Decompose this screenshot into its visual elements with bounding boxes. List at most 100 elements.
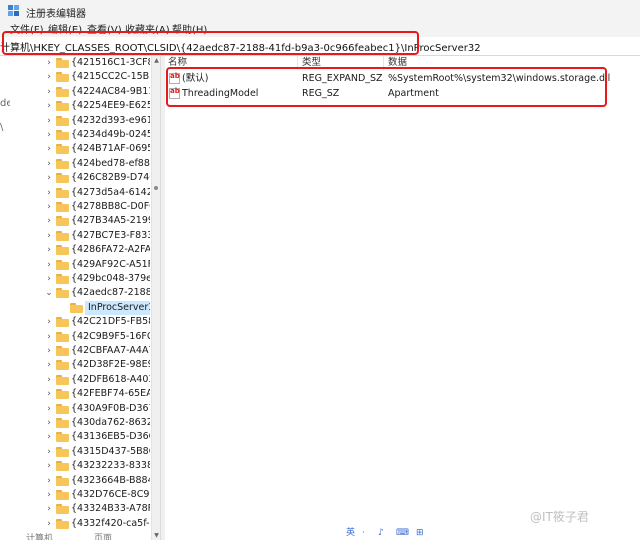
title-bar: 注册表编辑器 (0, 0, 640, 24)
keyboard-icon[interactable]: ⌨ (396, 527, 409, 540)
clipped-text: \ (0, 122, 4, 133)
key-tree[interactable]: › {421516C1-3CF8-1 › {4215CC2C-15B5-4 › {4224… (10, 56, 150, 540)
chevron-right-icon[interactable]: › (44, 358, 54, 372)
tree-item[interactable]: › {429bc048-379e-4 (10, 272, 150, 286)
folder-icon (56, 490, 69, 500)
chevron-right-icon[interactable]: › (44, 402, 54, 416)
chevron-right-icon[interactable]: › (44, 114, 54, 128)
tree-item[interactable]: › {42C21DF5-FB58-4 (10, 315, 150, 329)
tree-item[interactable]: › {4215CC2C-15B5-4 (10, 70, 150, 84)
tree-item-label: {4215CC2C-15B5-4 (71, 71, 150, 83)
folder-icon (56, 331, 69, 342)
address-highlight-box (2, 31, 419, 55)
folder-icon (56, 115, 69, 126)
tree-item[interactable]: › {43324B33-A78F-4 (10, 502, 150, 516)
tree-item[interactable]: › {42FEBF74-65EA-4 (10, 387, 150, 401)
tree-item[interactable]: › {43136EB5-D36C-1 (10, 430, 150, 444)
tree-item[interactable]: › {4315D437-5B8C-1 (10, 445, 150, 459)
chevron-right-icon[interactable]: › (44, 488, 54, 502)
tree-item[interactable]: › {430A9F0B-D367-4 (10, 402, 150, 416)
tree-item[interactable]: › {426C82B9-D74C-4 (10, 171, 150, 185)
tree-item[interactable]: › {432D76CE-8C9E-4 (10, 488, 150, 502)
chevron-right-icon[interactable]: › (44, 502, 54, 516)
folder-icon (56, 403, 69, 414)
tree-item[interactable]: › {4232d393-e961-4 (10, 114, 150, 128)
folder-icon (56, 374, 69, 385)
tree-item[interactable]: › {4224AC84-9B11-3 (10, 85, 150, 99)
chevron-right-icon[interactable]: › (44, 416, 54, 430)
tree-item-label: {42C21DF5-FB58-4 (71, 316, 150, 328)
tree-item[interactable]: › {4273d5a4-6142-4 (10, 186, 150, 200)
folder-icon (56, 58, 69, 68)
tree-item[interactable]: › {421516C1-3CF8-1 (10, 56, 150, 70)
microphone-icon[interactable]: ♪ (378, 527, 384, 540)
grid-icon[interactable]: ⊞ (416, 527, 424, 540)
folder-icon (56, 130, 69, 140)
chevron-right-icon[interactable]: › (44, 70, 54, 84)
tree-item-label: {4323664B-B884-4 (71, 474, 150, 486)
chevron-right-icon[interactable]: › (44, 229, 54, 243)
chevron-right-icon[interactable]: › (44, 157, 54, 171)
folder-icon (56, 158, 69, 169)
chevron-right-icon[interactable]: › (44, 171, 54, 185)
tree-item[interactable]: › {429AF92C-A51F-1 (10, 258, 150, 272)
tree-item-label: {43324B33-A78F-4 (71, 503, 150, 515)
folder-icon (56, 389, 69, 400)
chevron-right-icon[interactable]: › (44, 243, 54, 257)
tree-item[interactable]: ⌄ {42aedc87-2188-4 (10, 286, 150, 300)
window-title: 注册表编辑器 (26, 9, 86, 20)
tree-item[interactable]: › {427BC7E3-F833-4 (10, 229, 150, 243)
chevron-right-icon[interactable]: › (44, 214, 54, 228)
chevron-right-icon[interactable]: › (44, 200, 54, 214)
scroll-thumb[interactable] (154, 186, 158, 190)
status-left: 计算机 (26, 534, 54, 540)
tree-item[interactable]: › {4323664B-B884-4 (10, 474, 150, 488)
chevron-right-icon[interactable]: › (44, 373, 54, 387)
tree-item[interactable]: › {42D38F2E-98E9-4 (10, 358, 150, 372)
ime-toolbar[interactable]: 英 · ♪ ⌨ ⊞ (340, 527, 440, 540)
tree-item[interactable]: › {43232233-8338-4 (10, 459, 150, 473)
tree-item[interactable]: › {42DFB618-A403-4 (10, 373, 150, 387)
tree-item[interactable]: › {42254EE9-E625-4 (10, 99, 150, 113)
chevron-right-icon[interactable]: › (44, 142, 54, 156)
tree-item-label: {4224AC84-9B11-3 (71, 85, 150, 97)
tree-item-label: {427BC7E3-F833-4 (71, 229, 150, 241)
folder-icon (56, 86, 69, 97)
chevron-right-icon[interactable]: › (44, 315, 54, 329)
ime-language[interactable]: 英 (346, 527, 355, 540)
tree-item-child[interactable]: InProcServer32 (10, 300, 150, 315)
tree-item-label: {429bc048-379e-4 (71, 273, 150, 284)
tree-item-label: InProcServer32 (85, 300, 150, 315)
tree-item[interactable]: › {427B34A5-2199-4 (10, 214, 150, 228)
chevron-right-icon[interactable]: › (44, 445, 54, 459)
chevron-right-icon[interactable]: › (44, 128, 54, 142)
chevron-right-icon[interactable]: › (44, 344, 54, 358)
folder-icon (56, 101, 69, 112)
tree-item[interactable]: › {4234d49b-0245-4 (10, 128, 150, 142)
chevron-right-icon[interactable]: › (44, 430, 54, 444)
tree-item[interactable]: › {4286FA72-A2FA-3 (10, 243, 150, 257)
chevron-right-icon[interactable]: › (44, 56, 54, 70)
chevron-right-icon[interactable]: › (44, 459, 54, 473)
chevron-right-icon[interactable]: › (44, 330, 54, 344)
folder-icon (56, 202, 69, 212)
tree-item-label: {42DFB618-A403-4 (71, 373, 150, 385)
tree-item[interactable]: › {430da762-8632-4 (10, 416, 150, 430)
chevron-right-icon[interactable]: › (44, 258, 54, 272)
folder-icon (56, 274, 69, 284)
chevron-down-icon[interactable]: ⌄ (44, 286, 54, 300)
chevron-right-icon[interactable]: › (44, 474, 54, 488)
chevron-right-icon[interactable]: › (44, 186, 54, 200)
chevron-right-icon[interactable]: › (44, 85, 54, 99)
folder-icon (56, 216, 69, 227)
tree-item[interactable]: › {424bed78-ef88-4 (10, 157, 150, 171)
tree-item[interactable]: › {424B71AF-0695-1 (10, 142, 150, 156)
tree-item-label: {42FEBF74-65EA-4 (71, 388, 150, 400)
tree-item[interactable]: › {42C9B9F5-16FC-4 (10, 330, 150, 344)
folder-icon (56, 317, 69, 328)
tree-item[interactable]: › {4278BB8C-D0FC-4 (10, 200, 150, 214)
chevron-right-icon[interactable]: › (44, 272, 54, 286)
chevron-right-icon[interactable]: › (44, 387, 54, 401)
tree-item[interactable]: › {42CBFAA7-A4A7-4 (10, 344, 150, 358)
chevron-right-icon[interactable]: › (44, 99, 54, 113)
